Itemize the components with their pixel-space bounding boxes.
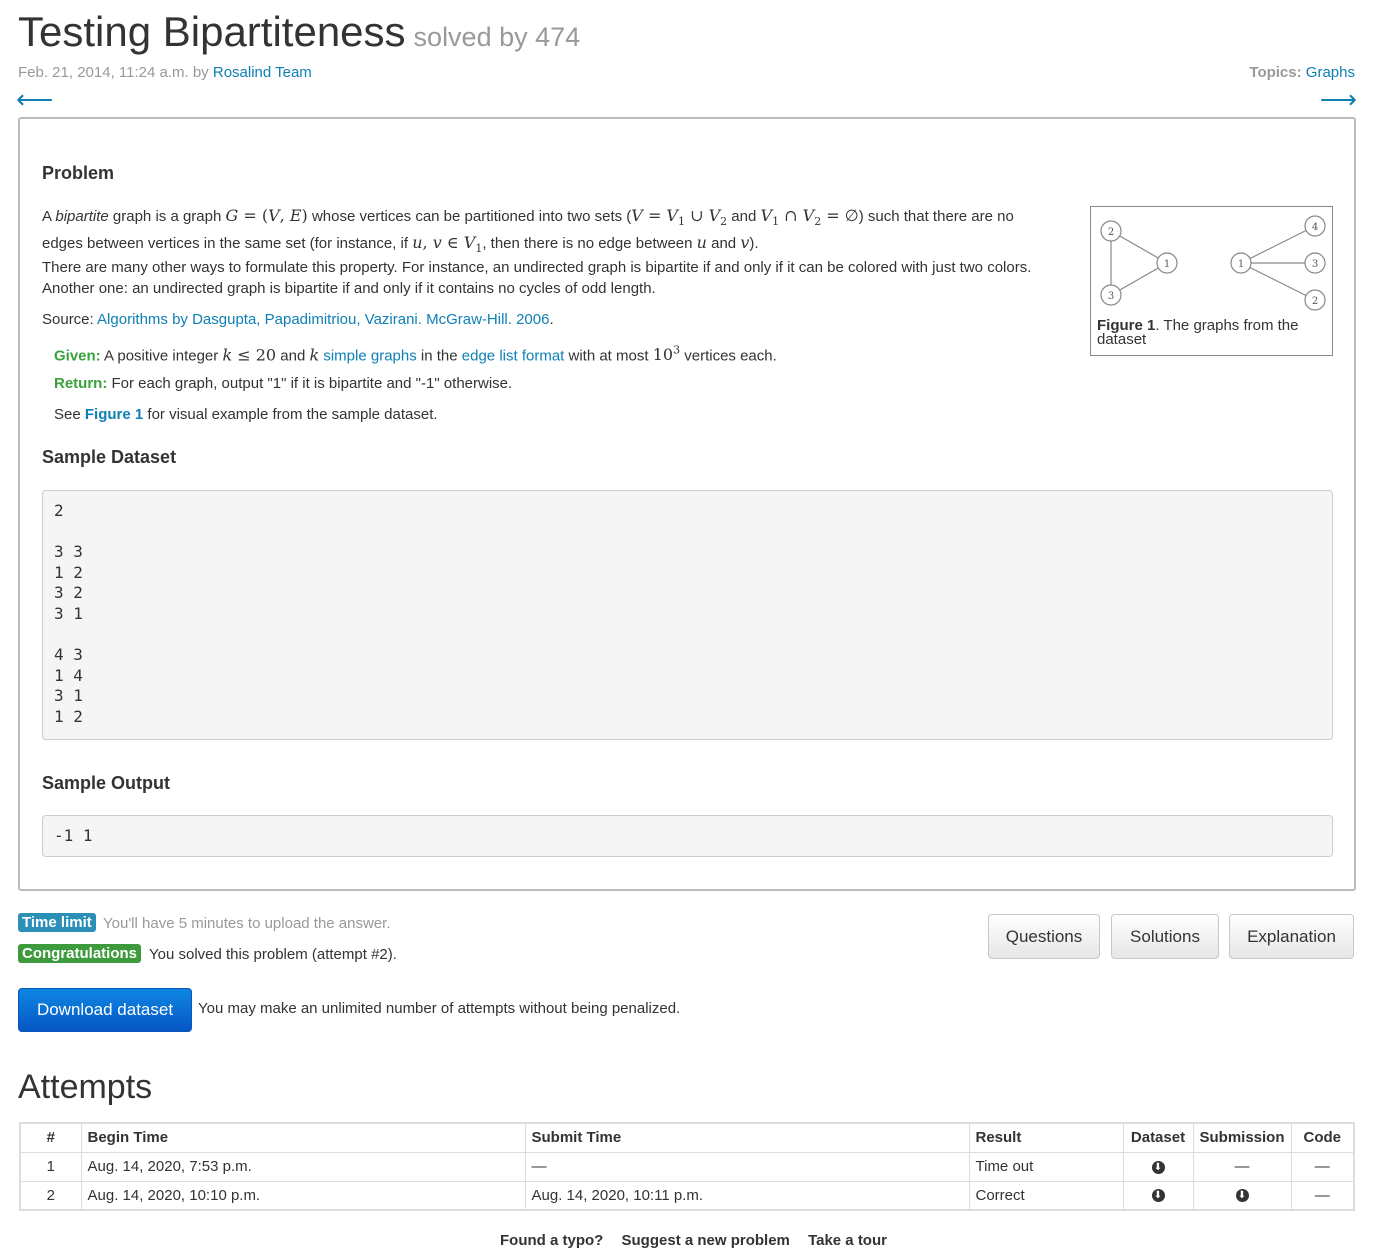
- figure-caption: Figure 1. The graphs from the dataset: [1097, 317, 1299, 348]
- title-row: Testing Bipartiteness solved by 474: [18, 8, 580, 56]
- download-dataset-button[interactable]: Download dataset: [18, 988, 192, 1032]
- dataset-download-cell: ⬇: [1122, 1180, 1194, 1211]
- submission-cell: ⬇: [1192, 1180, 1292, 1211]
- questions-button[interactable]: Questions: [988, 914, 1100, 959]
- node-right-3: 3: [1312, 259, 1318, 270]
- given-line: Given: A positive integer k ≤ 20 and k s…: [54, 344, 777, 365]
- col-begin-time: Begin Time: [80, 1122, 526, 1153]
- topics-label: Topics:: [1249, 64, 1302, 81]
- figure-1: 2 1 3 4 1 3 2 Figure 1. The graphs from …: [1090, 206, 1333, 356]
- attempts-heading: Attempts: [18, 1068, 153, 1106]
- col-submit-time: Submit Time: [524, 1122, 970, 1153]
- download-icon[interactable]: ⬇: [1235, 1189, 1249, 1203]
- sample-output-heading: Sample Output: [42, 773, 171, 793]
- found-typo-link[interactable]: Found a typo?: [500, 1232, 603, 1249]
- meta-line: Feb. 21, 2014, 11:24 a.m. by Rosalind Te…: [18, 64, 312, 81]
- node-right-2: 2: [1312, 296, 1318, 307]
- table-row: 2 Aug. 14, 2020, 10:10 p.m. Aug. 14, 202…: [19, 1180, 1355, 1211]
- given-label: Given:: [54, 347, 101, 365]
- return-line: Return: For each graph, output "1" if it…: [54, 375, 513, 392]
- problem-panel: Problem A bipartite graph is a graph G =…: [18, 117, 1356, 891]
- dataset-download-cell: ⬇: [1122, 1151, 1194, 1182]
- suggest-problem-link[interactable]: Suggest a new problem: [622, 1232, 790, 1249]
- return-label: Return:: [54, 375, 108, 392]
- node-left-1: 1: [1164, 259, 1170, 270]
- download-icon[interactable]: ⬇: [1151, 1160, 1165, 1174]
- footer: Found a typo? Suggest a new problem Take…: [0, 1232, 1387, 1249]
- page-title: Testing Bipartiteness: [18, 8, 406, 55]
- congratulations-badge: Congratulations: [18, 944, 141, 963]
- sample-output-block: -1 1: [42, 815, 1333, 857]
- sample-dataset-block: 2 3 3 1 2 3 2 3 1 4 3 1 4 3 1 1 2: [42, 490, 1333, 740]
- download-icon[interactable]: ⬇: [1151, 1189, 1165, 1203]
- node-right-4: 4: [1312, 222, 1318, 233]
- attempts-header-row: # Begin Time Submit Time Result Dataset …: [19, 1122, 1355, 1153]
- begin-time: Aug. 14, 2020, 10:10 p.m.: [80, 1180, 526, 1211]
- topic-link-graphs[interactable]: Graphs: [1306, 64, 1355, 81]
- problem-paragraph-1: A bipartite graph is a graph G = (V, E) …: [42, 206, 1014, 256]
- figure-1-link[interactable]: Figure 1: [85, 406, 143, 423]
- col-number: #: [19, 1122, 82, 1153]
- author-link[interactable]: Rosalind Team: [213, 64, 312, 81]
- explanation-button[interactable]: Explanation: [1229, 914, 1354, 959]
- table-row: 1 Aug. 14, 2020, 7:53 p.m. — Time out ⬇ …: [19, 1151, 1355, 1182]
- code-cell: —: [1290, 1180, 1355, 1211]
- solutions-button[interactable]: Solutions: [1111, 914, 1219, 959]
- col-result: Result: [968, 1122, 1124, 1153]
- next-problem-arrow-icon[interactable]: ⟶: [1320, 86, 1357, 112]
- col-code: Code: [1290, 1122, 1355, 1153]
- col-dataset: Dataset: [1122, 1122, 1194, 1153]
- congratulations-text: You solved this problem (attempt #2).: [149, 946, 397, 963]
- node-right-1: 1: [1238, 259, 1244, 270]
- topics: Topics: Graphs: [1249, 64, 1355, 81]
- source-link[interactable]: Algorithms by Dasgupta, Papadimitriou, V…: [97, 311, 549, 328]
- sample-dataset-heading: Sample Dataset: [42, 447, 177, 467]
- result: Time out: [968, 1151, 1124, 1182]
- prev-problem-arrow-icon[interactable]: ⟵: [16, 86, 53, 112]
- attempt-number: 2: [19, 1180, 82, 1211]
- time-limit-badge: Time limit: [18, 913, 96, 932]
- problem-paragraph-2: There are many other ways to formulate t…: [42, 259, 1032, 297]
- time-limit-text: You'll have 5 minutes to upload the answ…: [103, 915, 391, 932]
- submit-time: Aug. 14, 2020, 10:11 p.m.: [524, 1180, 970, 1211]
- code-cell: —: [1290, 1151, 1355, 1182]
- attempt-number: 1: [19, 1151, 82, 1182]
- node-left-2: 2: [1108, 227, 1114, 238]
- take-tour-link[interactable]: Take a tour: [808, 1232, 887, 1249]
- publish-date: Feb. 21, 2014, 11:24 a.m. by: [18, 64, 209, 81]
- simple-graphs-link[interactable]: simple graphs: [323, 347, 416, 364]
- bipartite-term: bipartite: [55, 208, 109, 225]
- attempts-table: # Begin Time Submit Time Result Dataset …: [19, 1122, 1355, 1211]
- result: Correct: [968, 1180, 1124, 1211]
- begin-time: Aug. 14, 2020, 7:53 p.m.: [80, 1151, 526, 1182]
- col-submission: Submission: [1192, 1122, 1292, 1153]
- submission-cell: —: [1192, 1151, 1292, 1182]
- source-line: Source: Algorithms by Dasgupta, Papadimi…: [42, 311, 554, 328]
- submit-time: —: [524, 1151, 970, 1182]
- edge-list-format-link[interactable]: edge list format: [462, 347, 565, 364]
- problem-heading: Problem: [42, 163, 115, 183]
- graph-figure: 2 1 3 4 1 3 2: [1100, 215, 1326, 311]
- node-left-3: 3: [1108, 291, 1114, 302]
- see-figure-line: See Figure 1 for visual example from the…: [54, 406, 438, 423]
- solved-by-count: solved by 474: [413, 22, 581, 52]
- download-note: You may make an unlimited number of atte…: [198, 1000, 681, 1017]
